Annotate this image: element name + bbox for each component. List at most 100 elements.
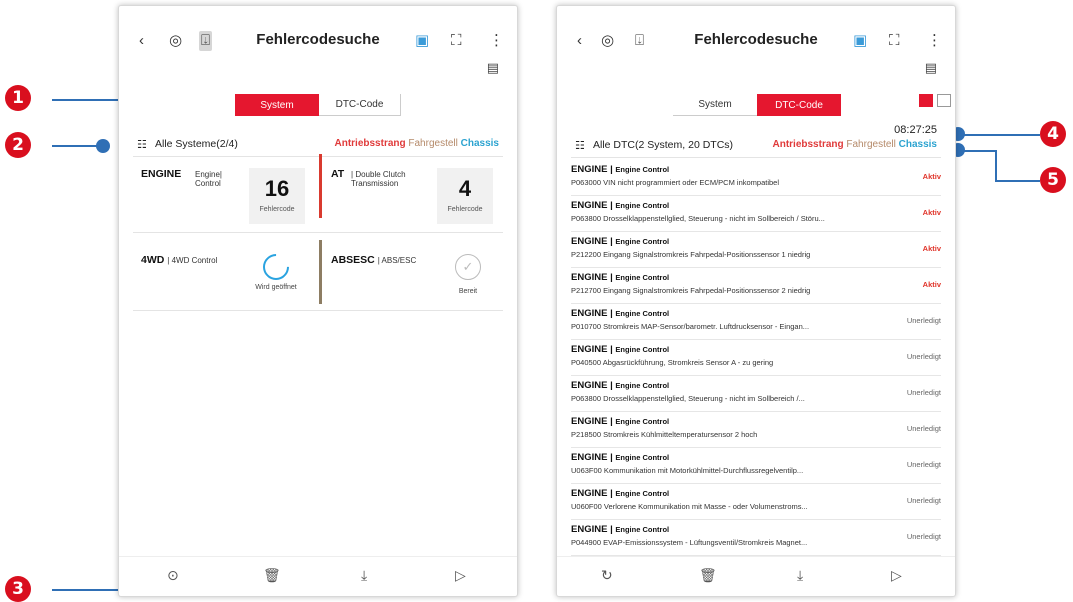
tab-system[interactable]: System bbox=[235, 94, 319, 116]
dtc-status: Aktiv bbox=[922, 244, 941, 253]
callout-3: 3 bbox=[5, 576, 31, 602]
divider bbox=[133, 232, 503, 233]
filter-list-icon[interactable]: ☷ bbox=[137, 138, 147, 151]
camera-icon[interactable]: ▣ bbox=[415, 31, 429, 51]
dtc-description: U060F00 Verlorene Kommunikation mit Mass… bbox=[571, 502, 808, 511]
callout-5-leader-h2 bbox=[995, 180, 1040, 182]
dtc-system-name: ENGINE | Engine Control bbox=[571, 272, 670, 283]
fault-count-label: Fehlercode bbox=[259, 206, 295, 213]
download-icon[interactable]: ⤓ bbox=[797, 567, 803, 584]
category-filters: Antriebsstrang Fahrgestell Chassis bbox=[334, 138, 499, 149]
filter-chassis-frame[interactable]: Fahrgestell bbox=[408, 138, 457, 149]
tab-dtc-code[interactable]: DTC-Code bbox=[319, 94, 401, 116]
filter-row: ☷ Alle Systeme(2/4) Antriebsstrang Fahrg… bbox=[137, 138, 499, 154]
screenshot-icon[interactable]: ⛶ bbox=[889, 31, 900, 51]
tab-system[interactable]: System bbox=[673, 94, 757, 116]
bottom-toolbar: ↻ 🗑 ⤓ ▷ bbox=[557, 556, 955, 596]
play-report-icon[interactable]: ▷ bbox=[455, 567, 466, 584]
divider bbox=[571, 157, 941, 158]
dtc-status: Unerledigt bbox=[906, 352, 941, 361]
dtc-system-name: ENGINE | Engine Control bbox=[571, 452, 670, 463]
filter-chassis-frame[interactable]: Fahrgestell bbox=[846, 139, 895, 150]
report-icon[interactable]: ▤ bbox=[925, 60, 937, 76]
grid-view-icon[interactable] bbox=[937, 94, 951, 107]
trash-icon[interactable]: 🗑 bbox=[263, 567, 281, 584]
right-screen: ‹ ◎ ⍗ Fehlercodesuche ▣ ⛶ ⋮ ▤ System DTC… bbox=[556, 5, 956, 597]
dtc-status: Unerledigt bbox=[906, 424, 941, 433]
view-toggle: System DTC-Code bbox=[673, 94, 841, 116]
dtc-system-name: ENGINE | Engine Control bbox=[571, 344, 670, 355]
system-card-absesc[interactable]: ABSESC | ABS/ESC ✓ Bereit bbox=[327, 244, 505, 318]
dtc-row[interactable]: ENGINE | Engine Control P063800 Drosselkl… bbox=[571, 376, 941, 412]
dtc-row[interactable]: ENGINE | Engine Control P212700 Eingang S… bbox=[571, 268, 941, 304]
dtc-system-name: ENGINE | Engine Control bbox=[571, 200, 670, 211]
dtc-row[interactable]: ENGINE | Engine Control P063000 VIN nicht… bbox=[571, 160, 941, 196]
more-icon[interactable]: ⋮ bbox=[489, 31, 504, 51]
dtc-description: P063000 VIN nicht programmiert oder ECM/… bbox=[571, 178, 780, 187]
systems-count-label: Alle Systeme(2/4) bbox=[155, 138, 238, 150]
filter-row: ☷ Alle DTC(2 System, 20 DTCs) Antriebsst… bbox=[575, 139, 937, 155]
dtc-row[interactable]: ENGINE | Engine Control U060F00 Verlorene… bbox=[571, 484, 941, 520]
dtc-description: U063F00 Kommunikation mit Motorkühlmitte… bbox=[571, 466, 804, 475]
system-state-label: Bereit bbox=[458, 288, 478, 295]
ready-check-icon: ✓ bbox=[455, 254, 481, 280]
top-bar: ‹ ◎ ⍗ Fehlercodesuche ▣ ⛶ ⋮ bbox=[119, 21, 517, 61]
dtc-description: P040500 Abgasrückführung, Stromkreis Sen… bbox=[571, 358, 774, 367]
list-view-icon[interactable] bbox=[919, 94, 933, 107]
filter-chassis[interactable]: Chassis bbox=[899, 139, 937, 150]
system-state-label: Wird geöffnet bbox=[255, 284, 297, 291]
view-toggle: System DTC-Code bbox=[235, 94, 401, 116]
top-bar: ‹ ◎ ⍗ Fehlercodesuche ▣ ⛶ ⋮ bbox=[557, 21, 955, 61]
dtc-description: P063800 Drosselklappenstellglied, Steuer… bbox=[571, 214, 825, 223]
dtc-system-name: ENGINE | Engine Control bbox=[571, 236, 670, 247]
callout-1: 1 bbox=[5, 85, 31, 111]
dtc-row[interactable]: ENGINE | Engine Control P044900 EVAP-Emis… bbox=[571, 520, 941, 556]
trash-icon[interactable]: 🗑 bbox=[699, 567, 717, 584]
dtc-row[interactable]: ENGINE | Engine Control P212200 Eingang S… bbox=[571, 232, 941, 268]
dtc-row[interactable]: ENGINE | Engine Control U063F00 Kommunika… bbox=[571, 448, 941, 484]
system-card-engine[interactable]: ENGINE Engine| Control 16 Fehlercode bbox=[137, 158, 315, 232]
dtc-status: Unerledigt bbox=[906, 532, 941, 541]
fault-count: 16 bbox=[264, 176, 290, 201]
dtc-description: P063800 Drosselklappenstellglied, Steuer… bbox=[571, 394, 805, 403]
filter-list-icon[interactable]: ☷ bbox=[575, 139, 585, 152]
dtc-status: Unerledigt bbox=[906, 388, 941, 397]
divider bbox=[133, 310, 503, 311]
dtc-status: Aktiv bbox=[922, 172, 941, 181]
screenshot-icon[interactable]: ⛶ bbox=[451, 31, 462, 51]
fault-count-box: 4 Fehlercode bbox=[437, 168, 493, 224]
download-icon[interactable]: ⤓ bbox=[361, 567, 367, 584]
stop-icon[interactable]: ⊙ bbox=[167, 567, 179, 584]
system-card-at[interactable]: AT | Double Clutch Transmission 4 Fehlerc… bbox=[327, 158, 505, 232]
filter-powertrain[interactable]: Antriebsstrang bbox=[334, 138, 405, 149]
callout-2: 2 bbox=[5, 132, 31, 158]
camera-icon[interactable]: ▣ bbox=[853, 31, 867, 51]
dtc-row[interactable]: ENGINE | Engine Control P218500 Stromkrei… bbox=[571, 412, 941, 448]
system-card-4wd[interactable]: 4WD | 4WD Control Wird geöffnet bbox=[137, 244, 315, 318]
callout-2-dot bbox=[96, 139, 110, 153]
system-desc: Engine| Control bbox=[195, 170, 222, 188]
callout-4-leader bbox=[958, 134, 1040, 136]
callout-2-leader bbox=[52, 145, 102, 147]
dtc-system-name: ENGINE | Engine Control bbox=[571, 524, 670, 535]
tab-dtc-code[interactable]: DTC-Code bbox=[757, 94, 841, 116]
divider bbox=[133, 156, 503, 157]
report-icon[interactable]: ▤ bbox=[487, 60, 499, 76]
callout-4: 4 bbox=[1040, 121, 1066, 147]
more-icon[interactable]: ⋮ bbox=[927, 31, 942, 51]
dtc-row[interactable]: ENGINE | Engine Control P010700 Stromkrei… bbox=[571, 304, 941, 340]
refresh-icon[interactable]: ↻ bbox=[601, 567, 613, 584]
scan-time: 08:27:25 bbox=[894, 124, 937, 136]
dtc-description: P218500 Stromkreis Kühlmitteltemperaturs… bbox=[571, 430, 758, 439]
dtc-system-name: ENGINE | Engine Control bbox=[571, 416, 670, 427]
dtc-row[interactable]: ENGINE | Engine Control P063800 Drosselkl… bbox=[571, 196, 941, 232]
play-report-icon[interactable]: ▷ bbox=[891, 567, 902, 584]
dtc-description: P212700 Eingang Signalstromkreis Fahrped… bbox=[571, 286, 811, 295]
bottom-toolbar: ⊙ 🗑 ⤓ ▷ bbox=[119, 556, 517, 596]
dtc-description: P010700 Stromkreis MAP-Sensor/barometr. … bbox=[571, 322, 810, 331]
dtc-system-name: ENGINE | Engine Control bbox=[571, 164, 670, 175]
filter-powertrain[interactable]: Antriebsstrang bbox=[772, 139, 843, 150]
filter-chassis[interactable]: Chassis bbox=[461, 138, 499, 149]
dtc-row[interactable]: ENGINE | Engine Control P040500 Abgasrück… bbox=[571, 340, 941, 376]
callout-5-leader-v bbox=[995, 150, 997, 181]
